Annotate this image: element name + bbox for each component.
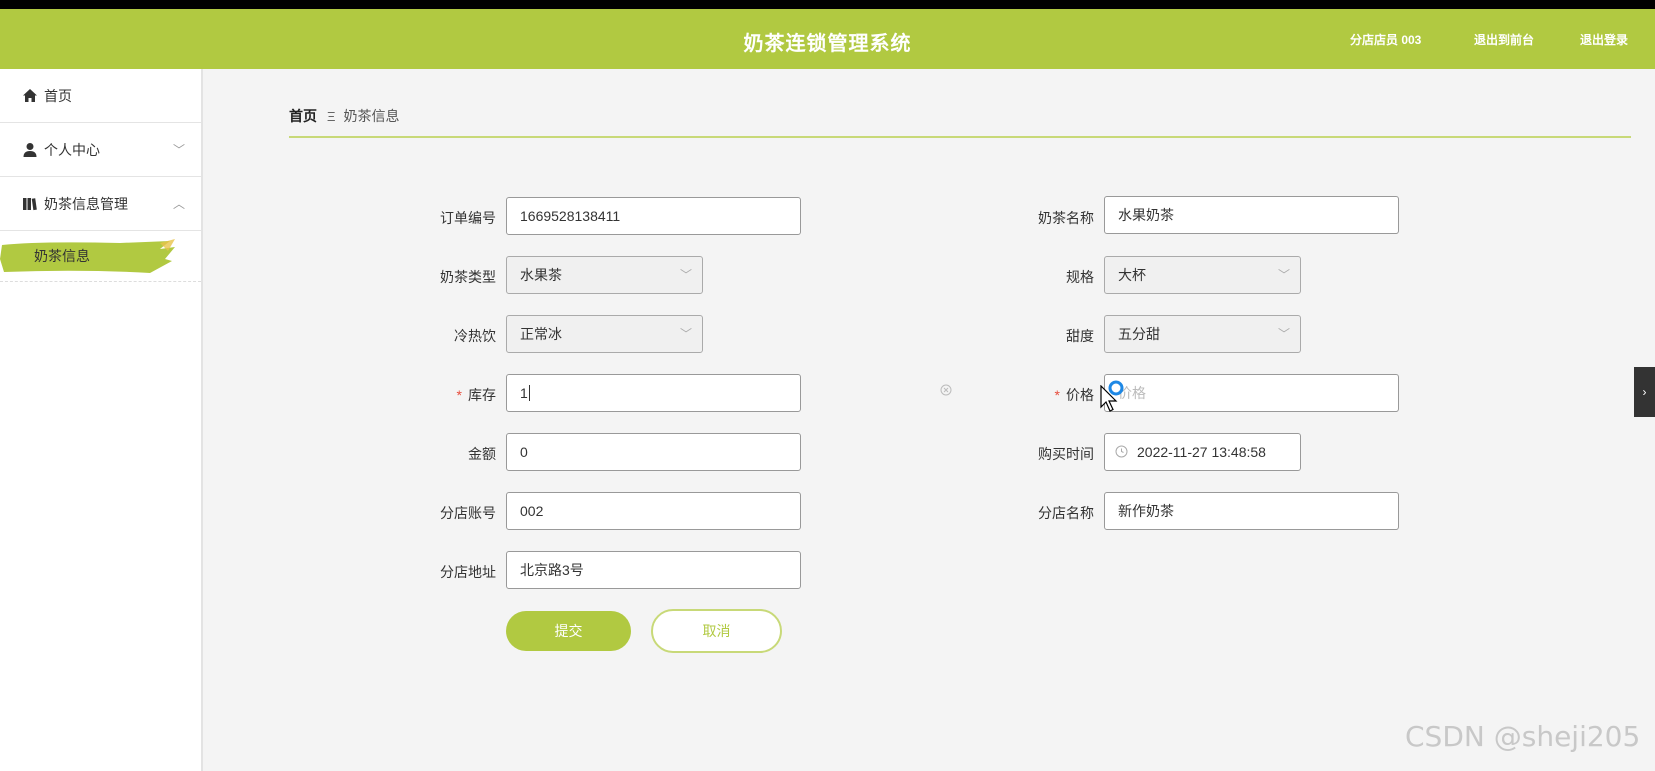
temperature-value: 正常冰 (520, 326, 562, 342)
sidebar: 首页 个人中心 ﹀ 奶茶信息管理 ︿ 奶茶信息 (0, 69, 203, 771)
sidebar-subitem-milk-tea-info[interactable]: 奶茶信息 (0, 231, 201, 282)
spec-label: 规格 (1066, 269, 1094, 285)
purchase-time-label: 购买时间 (1038, 446, 1094, 462)
branch-address-label: 分店地址 (440, 564, 496, 580)
required-mark: * (1054, 387, 1060, 403)
spec-value: 大杯 (1118, 267, 1146, 283)
books-icon (23, 197, 37, 210)
mouse-cursor-icon (1100, 385, 1118, 412)
sidebar-item-label: 奶茶信息管理 (44, 195, 128, 212)
branch-name-label: 分店名称 (1038, 505, 1094, 521)
app-header: 奶茶连锁管理系统 分店店员 003 退出到前台 退出登录 (0, 9, 1655, 69)
exit-to-frontend-link[interactable]: 退出到前台 (1474, 31, 1534, 48)
current-user-label: 分店店员 003 (1350, 33, 1422, 47)
clock-icon (1115, 445, 1128, 458)
branch-account-input[interactable]: 002 (506, 492, 801, 530)
user-icon (23, 142, 37, 157)
spec-select[interactable]: 大杯 ﹀ (1104, 256, 1301, 294)
price-label-text: 价格 (1066, 387, 1094, 403)
tea-type-label: 奶茶类型 (440, 269, 496, 285)
tea-type-value: 水果茶 (520, 267, 562, 283)
breadcrumb-separator: Ξ (327, 109, 336, 124)
stock-input[interactable]: 1 (506, 374, 801, 412)
branch-address-value: 北京路3号 (520, 562, 584, 578)
sweetness-value: 五分甜 (1118, 326, 1160, 342)
sidebar-item-personal-center[interactable]: 个人中心 ﹀ (0, 123, 201, 177)
chevron-down-icon: ﹀ (172, 143, 185, 157)
branch-account-value: 002 (520, 503, 544, 519)
required-mark: * (456, 387, 462, 403)
tea-name-input[interactable]: 水果奶茶 (1104, 196, 1399, 234)
chevron-down-icon: ﹀ (1277, 327, 1290, 341)
temperature-label: 冷热饮 (454, 328, 496, 344)
breadcrumb-current: 奶茶信息 (343, 108, 400, 124)
amount-label: 金额 (468, 446, 496, 462)
sidebar-subitem-label: 奶茶信息 (34, 248, 90, 264)
breadcrumb: 首页 Ξ 奶茶信息 (289, 106, 399, 126)
chevron-down-icon: ﹀ (679, 268, 692, 282)
order-no-input[interactable]: 1669528138411 (506, 197, 801, 235)
branch-account-label: 分店账号 (440, 505, 496, 521)
side-expand-tab[interactable]: › (1634, 367, 1655, 417)
chevron-down-icon: ﹀ (679, 327, 692, 341)
amount-input[interactable]: 0 (506, 433, 801, 471)
sweetness-select[interactable]: 五分甜 ﹀ (1104, 315, 1301, 353)
sweetness-label: 甜度 (1066, 328, 1094, 344)
chevron-right-icon: › (1642, 385, 1647, 399)
submit-button[interactable]: 提交 (506, 611, 631, 651)
tea-name-value: 水果奶茶 (1118, 207, 1174, 223)
home-icon (23, 88, 37, 102)
tea-type-select[interactable]: 水果茶 ﹀ (506, 256, 703, 294)
stock-value: 1 (520, 385, 528, 401)
watermark: CSDN @sheji205 (1405, 720, 1641, 753)
branch-name-input[interactable]: 新作奶茶 (1104, 492, 1399, 530)
tea-name-label: 奶茶名称 (1038, 210, 1094, 226)
top-black-strip (0, 0, 1655, 9)
temperature-select[interactable]: 正常冰 ﹀ (506, 315, 703, 353)
stock-label-text: 库存 (468, 387, 496, 403)
stock-label: * 库存 (396, 385, 496, 405)
sidebar-item-label: 首页 (44, 87, 72, 104)
cancel-button[interactable]: 取消 (651, 609, 782, 653)
clear-icon[interactable] (940, 384, 952, 396)
amount-value: 0 (520, 444, 528, 460)
branch-name-value: 新作奶茶 (1118, 503, 1174, 519)
sidebar-item-milk-tea-management[interactable]: 奶茶信息管理 ︿ (0, 177, 201, 231)
logout-link[interactable]: 退出登录 (1580, 31, 1628, 48)
price-label: * 价格 (994, 385, 1094, 405)
price-input[interactable]: 价格 (1104, 374, 1399, 412)
chevron-down-icon: ﹀ (1277, 268, 1290, 282)
order-no-value: 1669528138411 (520, 208, 621, 224)
purchase-time-picker[interactable]: 2022-11-27 13:48:58 (1104, 433, 1301, 471)
chevron-up-icon: ︿ (172, 197, 185, 211)
sidebar-item-label: 个人中心 (44, 141, 100, 158)
order-no-label: 订单编号 (440, 210, 496, 226)
branch-address-input[interactable]: 北京路3号 (506, 551, 801, 589)
sidebar-item-home[interactable]: 首页 (0, 69, 201, 123)
purchase-time-value: 2022-11-27 13:48:58 (1137, 444, 1266, 460)
breadcrumb-home[interactable]: 首页 (289, 108, 317, 124)
breadcrumb-divider (289, 136, 1631, 138)
